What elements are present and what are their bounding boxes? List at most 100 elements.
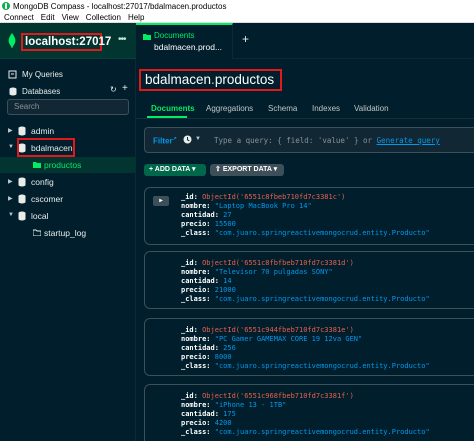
field-value: "iPhone 13 - 1TB": [214, 401, 287, 409]
sidebar-collection-startup-log[interactable]: startup_log: [0, 225, 136, 241]
mongodb-compass-icon: [2, 2, 10, 10]
field-value: "Laptop MacBook Pro 14": [214, 202, 312, 210]
database-icon: [18, 177, 26, 187]
document-card[interactable]: _id: ObjectId('6551c968fbeb710fd7c3381f'…: [144, 384, 474, 441]
field-key: cantidad:: [181, 277, 219, 285]
menu-view[interactable]: View: [62, 13, 79, 22]
caret-down-icon: ▼: [8, 144, 14, 150]
database-icon: [8, 87, 17, 96]
field-key: _id:: [181, 193, 198, 201]
field-key: precio:: [181, 419, 211, 427]
doc-field-nombre: nombre: "iPhone 13 - 1TB": [181, 401, 286, 409]
field-key: _id:: [181, 259, 198, 267]
document-card[interactable]: _id: ObjectId('6551c944fbeb710fd7c3381e'…: [144, 318, 474, 376]
mongodb-leaf-icon: [8, 33, 16, 48]
tab-bar: Documents bdalmacen.prod... +: [136, 23, 474, 59]
field-value: 14: [223, 277, 232, 285]
connection-header[interactable]: localhost:27017 •••: [0, 23, 136, 59]
db-label: config: [31, 177, 54, 187]
field-value: ObjectId('6551c8fbfbeb710fd7c3381d'): [202, 259, 354, 267]
field-key: _id:: [181, 326, 198, 334]
caret-right-icon: ▶: [8, 196, 13, 202]
expand-document-icon[interactable]: ▶: [153, 196, 169, 206]
history-clock-icon[interactable]: [183, 135, 192, 144]
sidebar-db-local[interactable]: ▼ local: [0, 208, 136, 225]
export-icon: ⇧: [215, 166, 223, 173]
field-key: cantidad:: [181, 344, 219, 352]
chevron-down-icon[interactable]: ▼: [195, 136, 201, 142]
sidebar-collection-productos[interactable]: productos: [0, 157, 136, 173]
subtab-schema[interactable]: Schema: [268, 104, 297, 113]
db-label: admin: [31, 126, 55, 136]
collection-subtabs: Documents Aggregations Schema Indexes Va…: [136, 99, 474, 119]
subtab-indexes[interactable]: Indexes: [312, 104, 340, 113]
new-tab-button[interactable]: +: [242, 32, 249, 46]
query-bar: Filter↗ ▼ Type a query: { field: 'value'…: [144, 127, 474, 153]
filter-label[interactable]: Filter↗: [153, 136, 177, 146]
subtab-validation[interactable]: Validation: [354, 104, 389, 113]
menu-help[interactable]: Help: [128, 13, 144, 22]
field-key: _class:: [181, 295, 211, 303]
doc-field-precio: precio: 4200: [181, 419, 232, 427]
doc-field-class: _class: "com.juaro.springreactivemongocr…: [181, 229, 430, 237]
field-value: ObjectId('6551c8fbeb710fd7c3381c'): [202, 193, 346, 201]
field-key: precio:: [181, 286, 211, 294]
menu-connect[interactable]: Connect: [4, 13, 34, 22]
refresh-icon[interactable]: ↻: [110, 85, 117, 94]
my-queries-item[interactable]: My Queries: [0, 66, 136, 82]
field-value: 175: [223, 410, 236, 418]
field-value: "Televisor 70 pulgadas SONY": [214, 268, 333, 276]
subtab-aggregations[interactable]: Aggregations: [206, 104, 253, 113]
sidebar-db-config[interactable]: ▶ config: [0, 174, 136, 191]
doc-field-class: _class: "com.juaro.springreactivemongocr…: [181, 428, 430, 436]
add-database-icon[interactable]: +: [122, 83, 128, 94]
document-card[interactable]: _id: ObjectId('6551c8fbfbeb710fd7c3381d'…: [144, 251, 474, 309]
connection-more-icon[interactable]: •••: [118, 34, 126, 45]
field-key: _class:: [181, 362, 211, 370]
field-key: nombre:: [181, 268, 211, 276]
field-key: nombre:: [181, 335, 211, 343]
sidebar-db-cscomer[interactable]: ▶ cscomer: [0, 191, 136, 208]
field-value: "PC Gamer GAMEMAX CORE 19 12va GEN": [214, 335, 363, 343]
window-titlebar: MongoDB Compass - localhost:27017/bdalma…: [0, 0, 474, 12]
tab-sublabel: bdalmacen.prod...: [154, 42, 223, 52]
add-data-button[interactable]: + ADD DATA ▾: [144, 164, 206, 176]
db-label: local: [31, 211, 49, 221]
field-value: 256: [223, 344, 236, 352]
doc-field-cantidad: cantidad: 14: [181, 277, 232, 285]
export-data-button[interactable]: ⇧ EXPORT DATA ▾: [210, 164, 284, 176]
field-value: ObjectId('6551c944fbeb710fd7c3381e'): [202, 326, 354, 334]
menu-collection[interactable]: Collection: [86, 13, 121, 22]
db-label: cscomer: [31, 194, 64, 204]
field-key: _id:: [181, 392, 198, 400]
tab-documents[interactable]: Documents bdalmacen.prod...: [136, 23, 233, 59]
field-value: "com.juaro.springreactivemongocrud.entit…: [214, 229, 430, 237]
export-data-label: EXPORT DATA: [222, 166, 272, 173]
databases-label: Databases: [22, 86, 61, 96]
sidebar-search-input[interactable]: Search: [7, 99, 129, 115]
doc-field-cantidad: cantidad: 27: [181, 211, 232, 219]
query-input[interactable]: Type a query: { field: 'value' } or Gene…: [214, 136, 440, 145]
collection-label: productos: [44, 160, 82, 170]
field-key: precio:: [181, 353, 211, 361]
active-subtab-indicator: [147, 116, 187, 118]
doc-field-id: _id: ObjectId('6551c8fbfbeb710fd7c3381d'…: [181, 259, 354, 267]
document-card[interactable]: ▶ _id: ObjectId('6551c8fbeb710fd7c3381c'…: [144, 187, 474, 245]
field-key: nombre:: [181, 401, 211, 409]
doc-field-id: _id: ObjectId('6551c8fbeb710fd7c3381c'): [181, 193, 345, 201]
field-key: _class:: [181, 428, 211, 436]
filter-text: Filter: [153, 136, 173, 146]
folder-icon: [33, 162, 41, 168]
menu-edit[interactable]: Edit: [41, 13, 55, 22]
field-value: "com.juaro.springreactivemongocrud.entit…: [214, 295, 430, 303]
field-key: cantidad:: [181, 410, 219, 418]
add-data-label: ADD DATA: [154, 166, 191, 173]
subtab-documents[interactable]: Documents: [151, 104, 195, 113]
field-value: 8000: [214, 353, 232, 361]
doc-field-nombre: nombre: "PC Gamer GAMEMAX CORE 19 12va G…: [181, 335, 362, 343]
generate-query-link[interactable]: Generate query: [377, 136, 440, 145]
field-value: 27: [223, 211, 232, 219]
field-value: "com.juaro.springreactivemongocrud.entit…: [214, 362, 430, 370]
connection-name[interactable]: localhost:27017: [21, 33, 111, 51]
doc-field-precio: precio: 21000: [181, 286, 236, 294]
